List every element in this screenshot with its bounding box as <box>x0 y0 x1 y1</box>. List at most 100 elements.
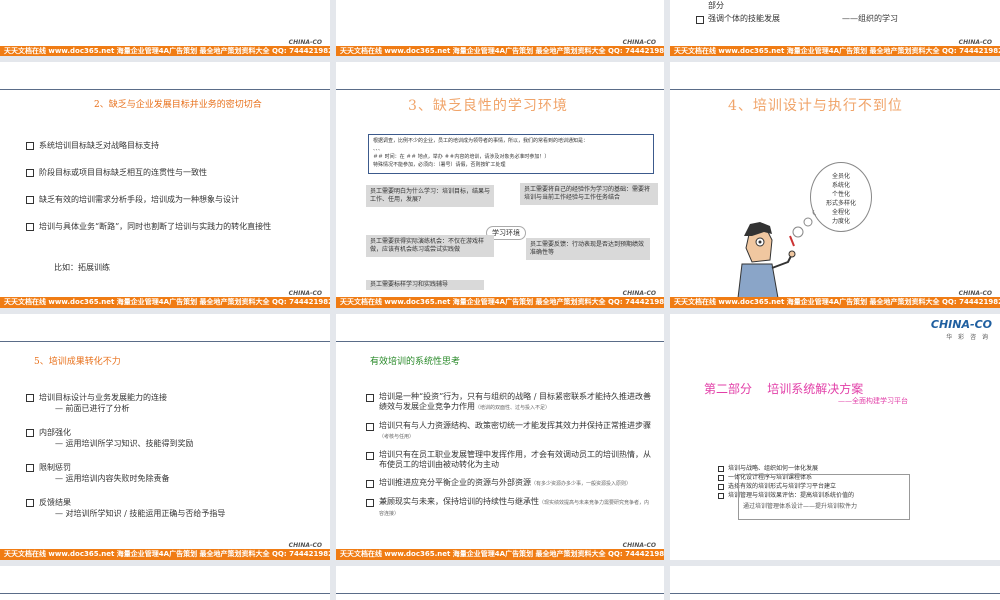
slide-title: 4、培训设计与执行不到位 <box>728 98 903 114</box>
bullet-item: 培训只有与人力资源结构、政策密切统一才能发挥其效力并保持正常推进步骤 （考核与任用… <box>366 421 652 442</box>
slide-text-fragment: 部分 <box>708 1 724 10</box>
slide-footer: 天天文档在线 www.doc365.net 海量企业管理4A广告策划 最全地产策… <box>670 297 1000 308</box>
notice-box: 根据调查，比例不少的企业，员工的培训成为领导者的事情，所以，我们的常看到的培训通… <box>368 134 654 174</box>
slide-bottom-left <box>0 566 330 600</box>
overlay-box: 通过培训管理体系设计——提升培训软件力 <box>738 474 910 520</box>
bubble-line: 形式多样化 <box>825 200 856 207</box>
bullet-item: 限制惩罚 — 运用培训内容失败时免除责备 <box>26 462 316 484</box>
bullet-box <box>26 464 34 472</box>
bullet-box <box>366 452 374 460</box>
slide-part-two: CHINA-CO 华 彩 咨 询 第二部分 培训系统解决方案 ——全面构建学习平… <box>670 314 1000 560</box>
notice-line: ＃＃ 时间：在 ＃＃ 地点，举办 ＃＃内容的培训，请涉及对象务必准时参加！） <box>373 154 550 160</box>
bubble-line: 全员化 <box>831 173 850 180</box>
bullet-item: 培训只有在员工职业发展管理中发挥作用，才会有效调动员工的培训热情，从布使员工的培… <box>366 450 652 470</box>
need-box-top-left: 员工需要明白为什么学习：培训目标，结果与工作、任用，发展? <box>366 185 494 207</box>
bullet-box <box>366 394 374 402</box>
bubble-line: 力度化 <box>831 218 850 225</box>
notice-line: 、、、 <box>373 146 384 152</box>
bullet-item: 培训目标设计与业务发展能力的连接 — 前面已进行了分析 <box>26 392 316 414</box>
bullet-box <box>26 499 34 507</box>
bullet-text: 系统培训目标缺乏对战略目标支持 <box>39 141 159 150</box>
brand-logo: CHINA-CO <box>958 39 992 46</box>
slide-transfer: 5、培训成果转化不力 培训目标设计与业务发展能力的连接 — 前面已进行了分析 内部… <box>0 314 330 560</box>
bullet-item: 缺乏有效的培训需求分析手段，培训成为一种想象与设计 <box>26 194 312 205</box>
bullet-item: 内部强化 — 运用培训所学习知识、技能得到奖励 <box>26 427 316 449</box>
notice-line: 特殊情况不能参加，必须向：（署号）请假，否则按旷工处理 <box>373 162 506 168</box>
slide-text-fragment: ——组织的学习 <box>842 14 898 23</box>
bullet-box <box>26 429 34 437</box>
notice-line: 根据调查，比例不少的企业，员工的培训成为领导者的事情，所以，我们的常看到的培训通… <box>373 138 589 144</box>
slide-top-rule <box>336 341 664 342</box>
slide-footer: 天天文档在线 www.doc365.net 海量企业管理4A广告策划 最全地产策… <box>0 297 330 308</box>
need-box-bottom-left: 员工需要标样学习和实践辅导 <box>366 280 484 290</box>
bullet-head: 内部强化 <box>39 428 71 437</box>
slide-title: 2、缺乏与企业发展目标并业务的密切切合 <box>94 100 262 110</box>
bullet-box <box>718 475 724 481</box>
bullet-text: 培训推进应充分平衡企业的资源与外部资源 <box>379 478 531 487</box>
bullet-box <box>366 499 374 507</box>
bullet-sub: — 前面已进行了分析 <box>55 404 130 413</box>
brand-logo: CHINA-CO <box>288 39 322 46</box>
bullet-box <box>26 142 34 150</box>
bullet-box <box>26 196 34 204</box>
example-text: 比如：拓展训练 <box>54 263 110 272</box>
slide-bottom-middle <box>336 566 664 600</box>
bullet-text: 培训与战略、组织如何一体化发展 <box>728 465 819 472</box>
bullet-item: 反馈结果 — 对培训所学知识 / 技能运用正确与否给予指导 <box>26 497 316 519</box>
slide-bottom-right <box>670 566 1000 600</box>
brand-logo: CHINA-CO <box>288 290 322 297</box>
bullet-list: 培训是一种“投资”行为，只有与组织的战略 / 目标紧密联系才能持久推进改善绩效与… <box>366 392 652 519</box>
cartoon-man-icon <box>737 210 816 299</box>
slide-footer: 天天文档在线 www.doc365.net 海量企业管理4A广告策划 最全地产策… <box>336 549 664 560</box>
bullet-text: 缺乏有效的培训需求分析手段，培训成为一种想象与设计 <box>39 195 239 204</box>
thought-bubble: 全员化 系统化 个性化 形式多样化 全程化 力度化 <box>810 162 872 232</box>
bullet-list: 系统培训目标缺乏对战略目标支持 阶段目标或项目目标缺乏相互的连贯性与一致性 缺乏… <box>26 140 312 232</box>
bullet-sub: — 运用培训内容失败时免除责备 <box>55 474 170 483</box>
brand-logo: CHINA-CO <box>622 39 656 46</box>
bullet-head: 反馈结果 <box>39 498 71 507</box>
bubble-line: 系统化 <box>831 182 850 189</box>
brand-logo: CHINA-CO <box>288 542 322 549</box>
brand-logo-large: CHINA-CO <box>930 318 992 331</box>
bullet-box <box>366 480 374 488</box>
slide-top-middle: CHINA-CO 天天文档在线 www.doc365.net 海量企业管理4A广… <box>336 0 664 56</box>
slide-top-right: 部分 强调个体的技能发展 ——组织的学习 CHINA-CO 天天文档在线 www… <box>670 0 1000 56</box>
slide-top-rule <box>0 593 330 594</box>
bullet-item: 阶段目标或项目目标缺乏相互的连贯性与一致性 <box>26 167 312 178</box>
slide-top-rule <box>0 341 330 342</box>
bullet-item: 培训与具体业务“断路”，同时也割断了培训与实践力的转化直接性 <box>26 221 312 232</box>
need-box-middle-left: 员工需要获得实际演练机会：不仅在游戏样做，应该有机会练习或尝试实践做 <box>366 235 494 257</box>
bullet-box <box>718 484 724 490</box>
bullet-text: 培训只有在员工职业发展管理中发挥作用，才会有效调动员工的培训热情，从布使员工的培… <box>379 450 651 469</box>
brand-logo: CHINA-CO <box>622 542 656 549</box>
bullet-text: 阶段目标或项目目标缺乏相互的连贯性与一致性 <box>39 168 207 177</box>
slide-learning-environment: 3、缺乏良性的学习环境 根据调查，比例不少的企业，员工的培训成为领导者的事情，所… <box>336 62 664 308</box>
slide-title: 有效培训的系统性思考 <box>370 357 461 367</box>
need-box-middle-right: 员工需要反馈：行动表现是否达到预期绩效准确性等 <box>526 238 650 260</box>
slide-goal-alignment: 2、缺乏与企业发展目标并业务的密切切合 系统培训目标缺乏对战略目标支持 阶段目标… <box>0 62 330 308</box>
slide-top-rule <box>336 593 664 594</box>
bullet-item: 培训推进应充分平衡企业的资源与外部资源（有多少资源办多少事，一般资源投入原则） <box>366 478 652 489</box>
bullet-item: 培训是一种“投资”行为，只有与组织的战略 / 目标紧密联系才能持久推进改善绩效与… <box>366 392 652 413</box>
brand-logo: CHINA-CO <box>622 290 656 297</box>
bullet-box <box>366 423 374 431</box>
bullet-note: （培训的双面性、过与投入不足） <box>475 405 551 411</box>
slide-top-rule <box>336 89 664 90</box>
slide-top-rule <box>670 593 1000 594</box>
bubble-line: 全程化 <box>831 209 850 216</box>
slide-title: 5、培训成果转化不力 <box>34 357 121 367</box>
slide-footer: 天天文档在线 www.doc365.net 海量企业管理4A广告策划 最全地产策… <box>336 46 664 56</box>
bullet-head: 培训目标设计与业务发展能力的连接 <box>39 393 167 402</box>
bullet-text: 培训只有与人力资源结构、政策密切统一才能发挥其效力并保持正常推进步骤 <box>379 421 651 430</box>
bullet-text: 培训与具体业务“断路”，同时也割断了培训与实践力的转化直接性 <box>39 222 272 231</box>
need-box-top-right: 员工需要将自己的经验作为学习的基础：需要将培训与当前工作经验与工作任务结合 <box>520 183 658 205</box>
bullet-text: 兼顾现实与未来，保持培训的持续性与继承性 <box>379 497 539 506</box>
bullet-head: 限制惩罚 <box>39 463 71 472</box>
slide-footer: 天天文档在线 www.doc365.net 海量企业管理4A广告策划 最全地产策… <box>336 297 664 308</box>
bullet-box <box>718 466 724 472</box>
slide-top-rule <box>670 89 1000 90</box>
slide-title: 第二部分 培训系统解决方案 <box>704 382 864 396</box>
slide-subtitle: ——全面构建学习平台 <box>838 397 908 405</box>
slide-footer: 天天文档在线 www.doc365.net 海量企业管理4A广告策划 最全地产策… <box>0 549 330 560</box>
bullet-item: 培训与战略、组织如何一体化发展 <box>718 464 978 473</box>
